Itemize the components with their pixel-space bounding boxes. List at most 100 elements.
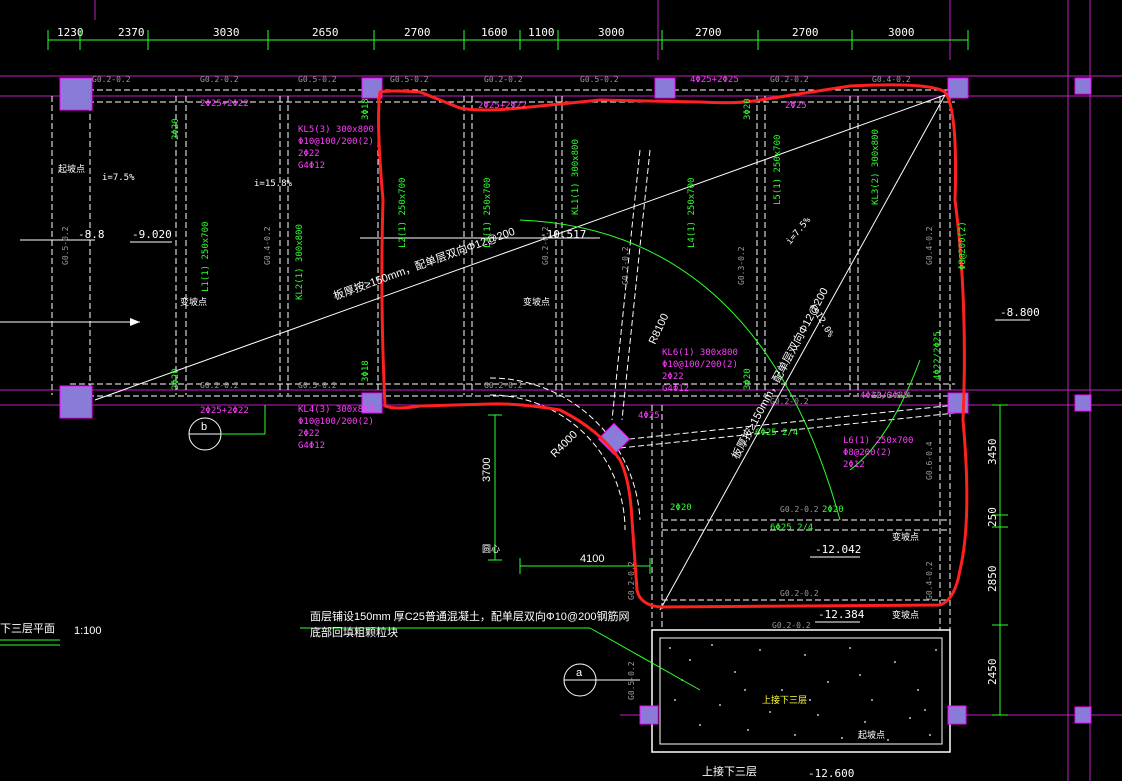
beam-tag: G0.6-0.4 xyxy=(872,391,911,400)
floor-title: 下三层平面 xyxy=(0,622,55,635)
beam-tag: G0.2-0.2 xyxy=(200,381,239,390)
slope-label: i=7.5% xyxy=(102,173,135,183)
beam-tag: G0.4-0.2 xyxy=(925,561,934,600)
beam-tag: G0.2-0.2 xyxy=(621,246,630,285)
rebar-note: 6Φ25 2/4 xyxy=(755,428,798,438)
rebar-note: Φ8@200(2) xyxy=(843,448,892,458)
beam-tag: G0.2-0.2 xyxy=(627,561,636,600)
rebar-note: 2Φ20 xyxy=(171,368,181,390)
beam-tag: G0.2-0.2 xyxy=(541,226,550,265)
rebar-note: 2Φ20 xyxy=(171,118,181,140)
beam-tag: G0.5-0.2 xyxy=(298,381,337,390)
slope-point-label: 变坡点 xyxy=(892,609,919,621)
beam-tag: G0.5-0.2 xyxy=(390,75,429,84)
dim-label: 2700 xyxy=(695,26,722,39)
beam-label: KL5(3) 300x800 xyxy=(298,125,374,135)
rebar-note: Φ8@200(2) xyxy=(958,221,968,270)
dim-label: 250 xyxy=(986,507,999,527)
beam-tag: G0.2-0.2 xyxy=(484,75,523,84)
beam-label: L5(1) 250x700 xyxy=(773,135,783,205)
rebar-note: 2Φ25+2Φ22 xyxy=(478,101,527,111)
column xyxy=(1074,394,1092,412)
beam-tag: G0.2-0.2 xyxy=(772,621,811,630)
rebar-note: G4Φ12 xyxy=(298,161,325,171)
beam-label: KL3(2) 300x800 xyxy=(871,129,881,205)
note-line-2: 底部回填粗颗粒块 xyxy=(310,625,398,639)
slope-label: i=15.8% xyxy=(254,179,293,189)
rebar-note: 2Φ25 xyxy=(785,101,807,111)
rebar-note: 3Φ20 xyxy=(743,98,753,120)
beam-tag: G0.2-0.2 xyxy=(770,75,809,84)
slope-point-label: 变坡点 xyxy=(523,296,550,308)
rebar-note: 2Φ25+2Φ22 xyxy=(200,99,249,109)
rebar-note: 6Φ25 2/4 xyxy=(770,523,813,533)
dim-label: 2370 xyxy=(118,26,145,39)
connect-note: 上接下三层 xyxy=(702,765,757,778)
slope-point-label: 起坡点 xyxy=(858,729,885,741)
elevation-label: -9.020 xyxy=(132,228,172,241)
dim-label: 2700 xyxy=(792,26,819,39)
column xyxy=(947,705,967,725)
beam-label: KL2(1) 300x800 xyxy=(295,224,305,300)
dim-label: 2700 xyxy=(404,26,431,39)
dim-label-3700: 3700 xyxy=(481,458,493,482)
rebar-note: 2Φ22 xyxy=(298,429,320,439)
beam-tag: G0.3-0.2 xyxy=(737,246,746,285)
rebar-note: 2Φ12 xyxy=(843,460,865,470)
beam-tag: G0.4-0.2 xyxy=(263,226,272,265)
rebar-note: 2Φ22 xyxy=(298,149,320,159)
rebar-note: 3Φ18 xyxy=(361,360,371,382)
slope-point-label: 变坡点 xyxy=(180,296,207,308)
rebar-note: Φ10@100/200(2) xyxy=(298,417,374,427)
section-label: a xyxy=(576,667,583,679)
rebar-note: 2Φ20 xyxy=(670,503,692,513)
fill-box-note: 上接下三层 xyxy=(762,694,807,706)
beam-tag: G0.2-0.2 xyxy=(770,397,809,406)
dim-label: 2450 xyxy=(986,659,999,686)
rebar-note: 4Φ25+2Φ25 xyxy=(690,75,739,85)
beam-tag: G0.5-0.2 xyxy=(298,75,337,84)
elevation-label: -8.8 xyxy=(78,228,105,241)
beam-label: L2(1) 250x700 xyxy=(398,178,408,248)
column xyxy=(1074,77,1092,95)
fill-box xyxy=(651,629,951,753)
note-line-1: 面层铺设150mm 厚C25普通混凝土，配单层双向Φ10@200钢筋网 xyxy=(310,609,629,623)
dim-label: 2650 xyxy=(312,26,339,39)
slope-point-label: 变坡点 xyxy=(892,531,919,543)
rebar-note: 2Φ20 xyxy=(822,505,844,515)
beam-tag: G0.2-0.2 xyxy=(200,75,239,84)
cad-drawing-canvas: 1230 2370 3030 2650 2700 1600 1100 3000 … xyxy=(0,0,1122,781)
elevation-label: -12.042 xyxy=(815,543,861,556)
beam-tag: G0.4-0.2 xyxy=(925,226,934,265)
beam-tag: G0.2-0.2 xyxy=(484,381,523,390)
column xyxy=(654,77,676,99)
column xyxy=(639,705,659,725)
rebar-note: 4Φ22/2Φ25 xyxy=(933,331,943,380)
beam-label: KL4(3) 300x800 xyxy=(298,405,374,415)
beam-tag: G0.4-0.2 xyxy=(872,75,911,84)
rebar-note: Φ10@100/200(2) xyxy=(298,137,374,147)
elevation-label: -8.800 xyxy=(1000,306,1040,319)
dim-label: 3000 xyxy=(888,26,915,39)
column xyxy=(1074,706,1092,724)
floor-scale: 1:100 xyxy=(74,625,102,637)
beam-tag: G0.5-0.2 xyxy=(61,226,70,265)
beam-label: L6(1) 250x700 xyxy=(843,436,913,446)
elevation-label: -12.384 xyxy=(818,608,865,621)
beam-tag: G0.2-0.2 xyxy=(780,505,819,514)
dim-label: 1230 xyxy=(57,26,84,39)
dim-label: 3000 xyxy=(598,26,625,39)
rebar-note: G4Φ12 xyxy=(298,441,325,451)
rebar-note: G4Φ12 xyxy=(662,384,689,394)
slope-point-label: 起坡点 xyxy=(58,163,85,175)
column xyxy=(947,77,969,99)
dim-label-4100: 4100 xyxy=(580,553,604,565)
beam-tag: G0.5-0.2 xyxy=(627,661,636,700)
rebar-note: Φ10@100/200(2) xyxy=(662,360,738,370)
dim-label: 1600 xyxy=(481,26,508,39)
rebar-note: 2Φ25+2Φ22 xyxy=(200,406,249,416)
radius-centre-label: 圆心 xyxy=(482,544,500,555)
column xyxy=(59,385,93,419)
beam-label: L4(1) 250x700 xyxy=(687,178,697,248)
dim-label: 2850 xyxy=(986,566,999,593)
